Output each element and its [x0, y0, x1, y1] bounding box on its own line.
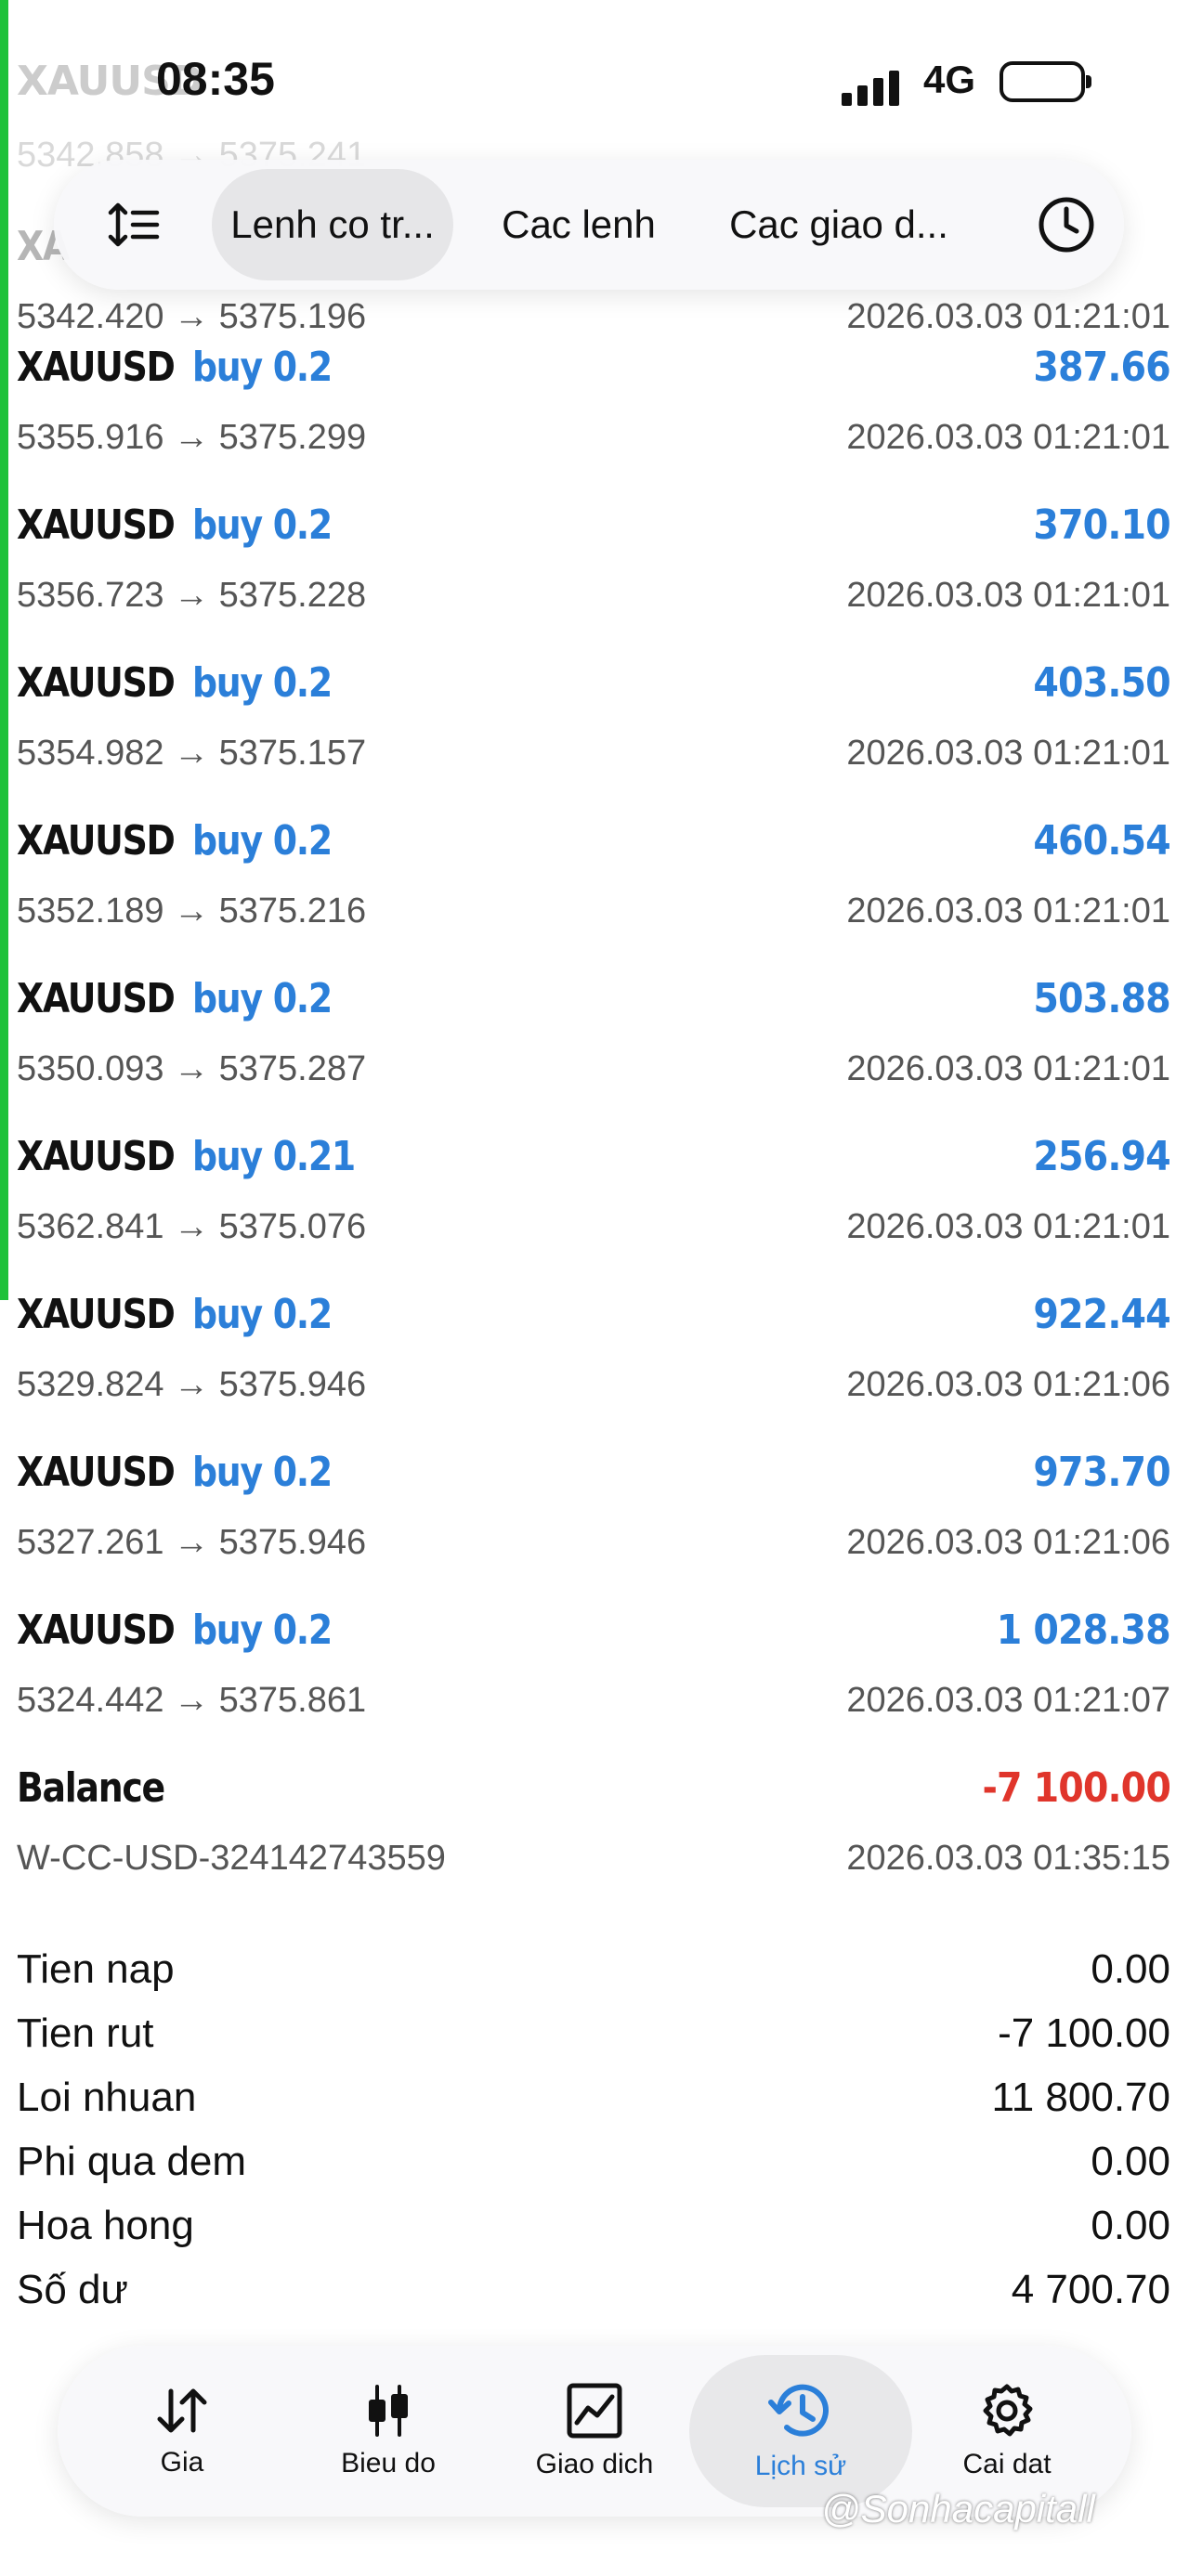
trade-time: 2026.03.03 01:21:01 [846, 891, 1170, 930]
watermark: @Sonhacapitall [821, 2487, 1095, 2530]
tab-positions[interactable]: Lenh co tr... [212, 169, 453, 280]
trade-row[interactable]: XAUUSD buy 0.2 1 028.38 5324.442 → 5375.8… [0, 1607, 1189, 1764]
trade-prices: 5356.723 → 5375.228 [17, 576, 367, 615]
trade-time: 2026.03.03 01:21:01 [846, 576, 1170, 615]
sort-icon [108, 202, 160, 247]
gear-icon [983, 2384, 1033, 2437]
trade-prices: 5329.824 → 5375.946 [17, 1365, 367, 1404]
price-arrows-icon [157, 2388, 207, 2433]
clock: 08:35 [156, 53, 275, 105]
trade-profit: 403.50 [1033, 659, 1171, 707]
period-button[interactable] [1011, 169, 1122, 280]
trade-profit: 973.70 [1033, 1449, 1171, 1496]
trade-profit: 387.66 [1033, 344, 1171, 391]
trade-time: 2026.03.03 01:21:06 [846, 1523, 1170, 1562]
trade-row[interactable]: XAUUSD buy 0.2 973.70 5327.261 → 5375.946… [0, 1449, 1189, 1607]
balance-time: 2026.03.03 01:35:15 [846, 1839, 1170, 1878]
trade-time: 2026.03.03 01:21:01 [846, 1207, 1170, 1246]
summary-commission: Hoa hong 0.00 [17, 2203, 1170, 2248]
candlestick-icon [369, 2385, 408, 2437]
status-bar: 08:35 4G [0, 45, 1189, 119]
tab-orders[interactable]: Cac lenh [453, 169, 704, 280]
trade-time: 2026.03.03 01:21:01 [846, 418, 1170, 457]
trade-prices: 5350.093 → 5375.287 [17, 1049, 367, 1088]
nav-trade[interactable]: Giao dich [483, 2355, 706, 2507]
network-type: 4G [923, 58, 976, 101]
summary-profit: Loi nhuan 11 800.70 [17, 2075, 1170, 2120]
cellular-signal-icon [842, 69, 901, 106]
trade-row[interactable]: XAUUSD buy 0.21 256.94 5362.841 → 5375.07… [0, 1133, 1189, 1291]
nav-chart[interactable]: Bieu do [277, 2355, 500, 2507]
trade-row[interactable]: XAUUSD buy 0.2 460.54 5352.189 → 5375.216… [0, 817, 1189, 975]
sort-button[interactable] [78, 169, 189, 280]
trade-time: 2026.03.03 01:21:07 [846, 1681, 1170, 1720]
trade-row[interactable]: XAUUSD buy 0.2 387.66 5355.916 → 5375.299… [0, 344, 1189, 501]
trade-row[interactable]: XAUUSD buy 0.2 503.88 5350.093 → 5375.287… [0, 975, 1189, 1133]
summary-deposit: Tien nap 0.00 [17, 1946, 1170, 1992]
trade-profit: 370.10 [1033, 501, 1171, 549]
nav-quotes[interactable]: Gia [71, 2355, 294, 2507]
tab-deals[interactable]: Cac giao d... [704, 169, 973, 280]
balance-amount: -7 100.00 [982, 1764, 1171, 1812]
trade-chart-icon [567, 2383, 622, 2439]
history-tabs: Lenh co tr... Cac lenh Cac giao d... [212, 169, 983, 280]
trade-prices: 5327.261 → 5375.946 [17, 1523, 367, 1562]
balance-reference: W-CC-USD-324142743559 [17, 1839, 446, 1878]
trade-prices: 5355.916 → 5375.299 [17, 418, 367, 457]
trade-profit: 256.94 [1033, 1133, 1171, 1180]
trade-profit: 503.88 [1033, 975, 1171, 1022]
trade-profit: 922.44 [1033, 1291, 1171, 1338]
nav-history[interactable]: Lịch sử [689, 2355, 912, 2507]
summary-balance: Số dư 4 700.70 [17, 2267, 1170, 2312]
trade-prices: 5354.982 → 5375.157 [17, 734, 367, 773]
battery-icon [1000, 61, 1091, 102]
history-toolbar: Lenh co tr... Cac lenh Cac giao d... [54, 160, 1124, 290]
summary-swap: Phi qua dem 0.00 [17, 2139, 1170, 2184]
trade-row[interactable]: XAUUSD buy 0.2 403.50 5354.982 → 5375.157… [0, 659, 1189, 817]
account-summary: Tien nap 0.00 Tien rut -7 100.00 Loi nhuan… [17, 1946, 1170, 2331]
trade-profit: 1 028.38 [997, 1607, 1171, 1654]
nav-settings[interactable]: Cai dat [895, 2355, 1118, 2507]
balance-row[interactable]: Balance -7 100.00 W-CC-USD-324142743559 … [0, 1764, 1189, 1922]
trade-time: 2026.03.03 01:21:06 [846, 1365, 1170, 1404]
trade-time: 2026.03.03 01:21:01 [846, 1049, 1170, 1088]
trade-prices: 5362.841 → 5375.076 [17, 1207, 367, 1246]
clock-icon [1039, 197, 1094, 253]
trade-row[interactable]: XAUUSD buy 0.2 922.44 5329.824 → 5375.946… [0, 1291, 1189, 1449]
summary-withdrawal: Tien rut -7 100.00 [17, 2010, 1170, 2056]
trade-row[interactable]: XAUUSD buy 0.2 370.10 5356.723 → 5375.228… [0, 501, 1189, 659]
deal-list: XAUUSD buy 0.2 387.66 5355.916 → 5375.299… [0, 344, 1189, 1922]
trade-time: 2026.03.03 01:21:01 [846, 734, 1170, 773]
trade-prices: 5352.189 → 5375.216 [17, 891, 367, 930]
trade-prices: 5324.442 → 5375.861 [17, 1681, 367, 1720]
trade-profit: 460.54 [1033, 817, 1171, 865]
history-icon [768, 2384, 829, 2437]
